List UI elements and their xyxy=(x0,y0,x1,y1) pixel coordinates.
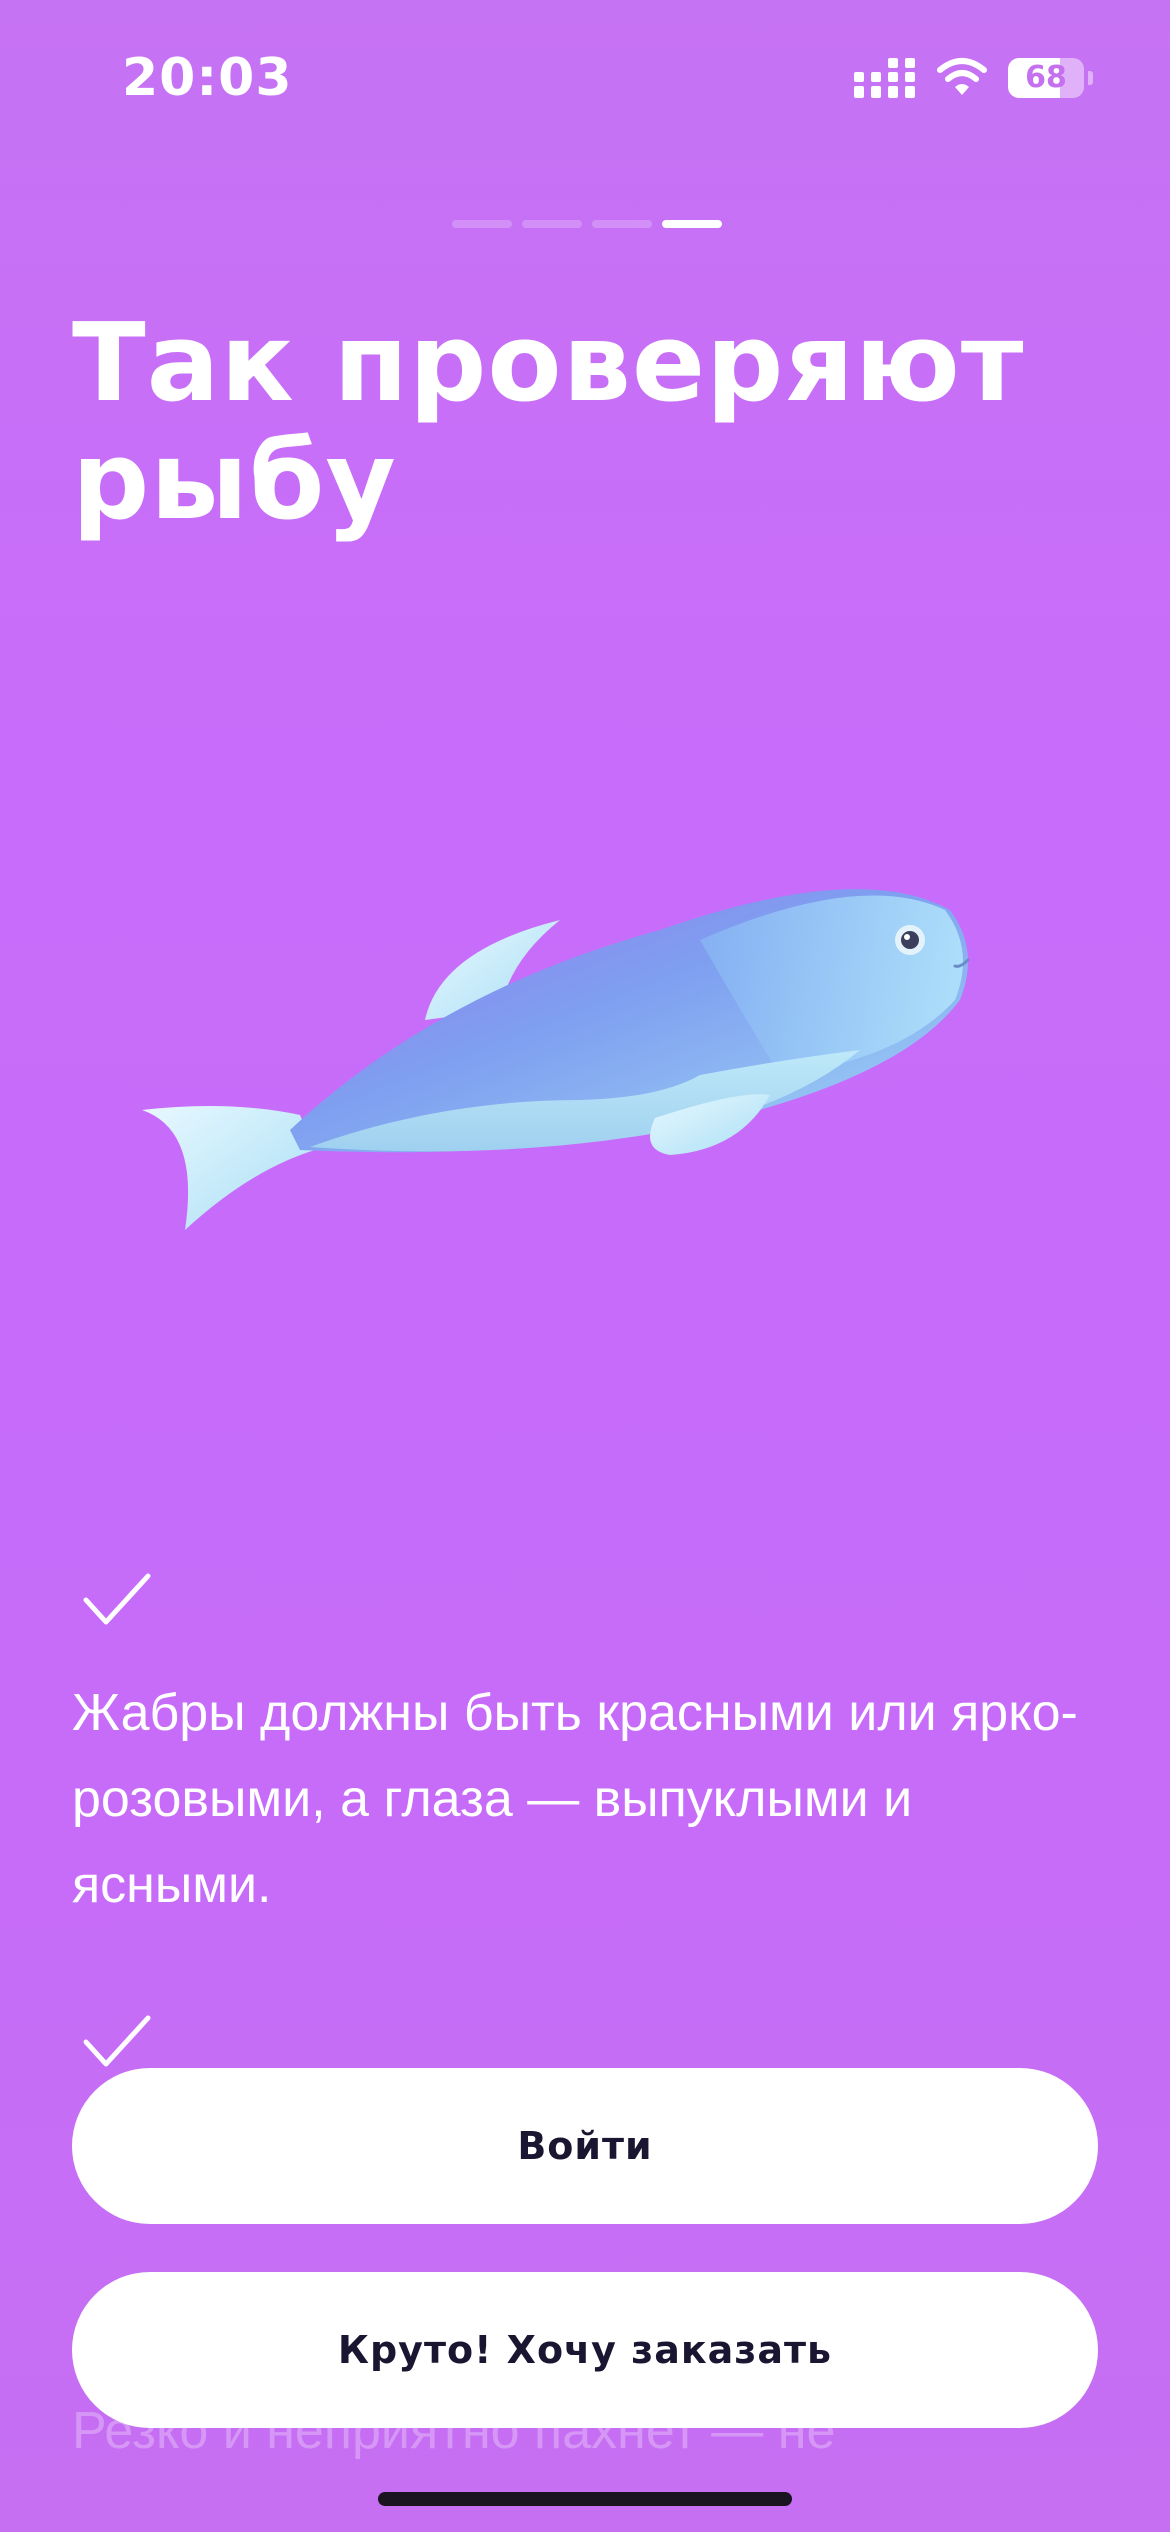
check-icon xyxy=(83,1573,151,1625)
onboarding-progress xyxy=(452,220,722,228)
home-indicator[interactable] xyxy=(378,2492,792,2506)
login-button[interactable]: Войти xyxy=(72,2068,1098,2224)
battery-level-text: 68 xyxy=(1025,60,1067,95)
status-time: 20:03 xyxy=(122,48,293,108)
status-bar: 20:03 68 xyxy=(0,0,1170,150)
fact-text: Жабры должны быть красными или ярко-розо… xyxy=(72,1684,1078,1914)
check-icon xyxy=(83,2015,151,2067)
progress-segment xyxy=(522,220,582,228)
fish-illustration xyxy=(142,889,970,1230)
order-button[interactable]: Круто! Хочу заказать xyxy=(72,2272,1098,2428)
progress-segment xyxy=(662,220,722,228)
progress-segment xyxy=(592,220,652,228)
cellular-signal-icon xyxy=(854,58,915,98)
wifi-icon xyxy=(937,58,987,95)
progress-segment xyxy=(452,220,512,228)
page-title: Так проверяют рыбу xyxy=(72,301,1025,544)
battery-icon: 68 xyxy=(1008,58,1093,98)
